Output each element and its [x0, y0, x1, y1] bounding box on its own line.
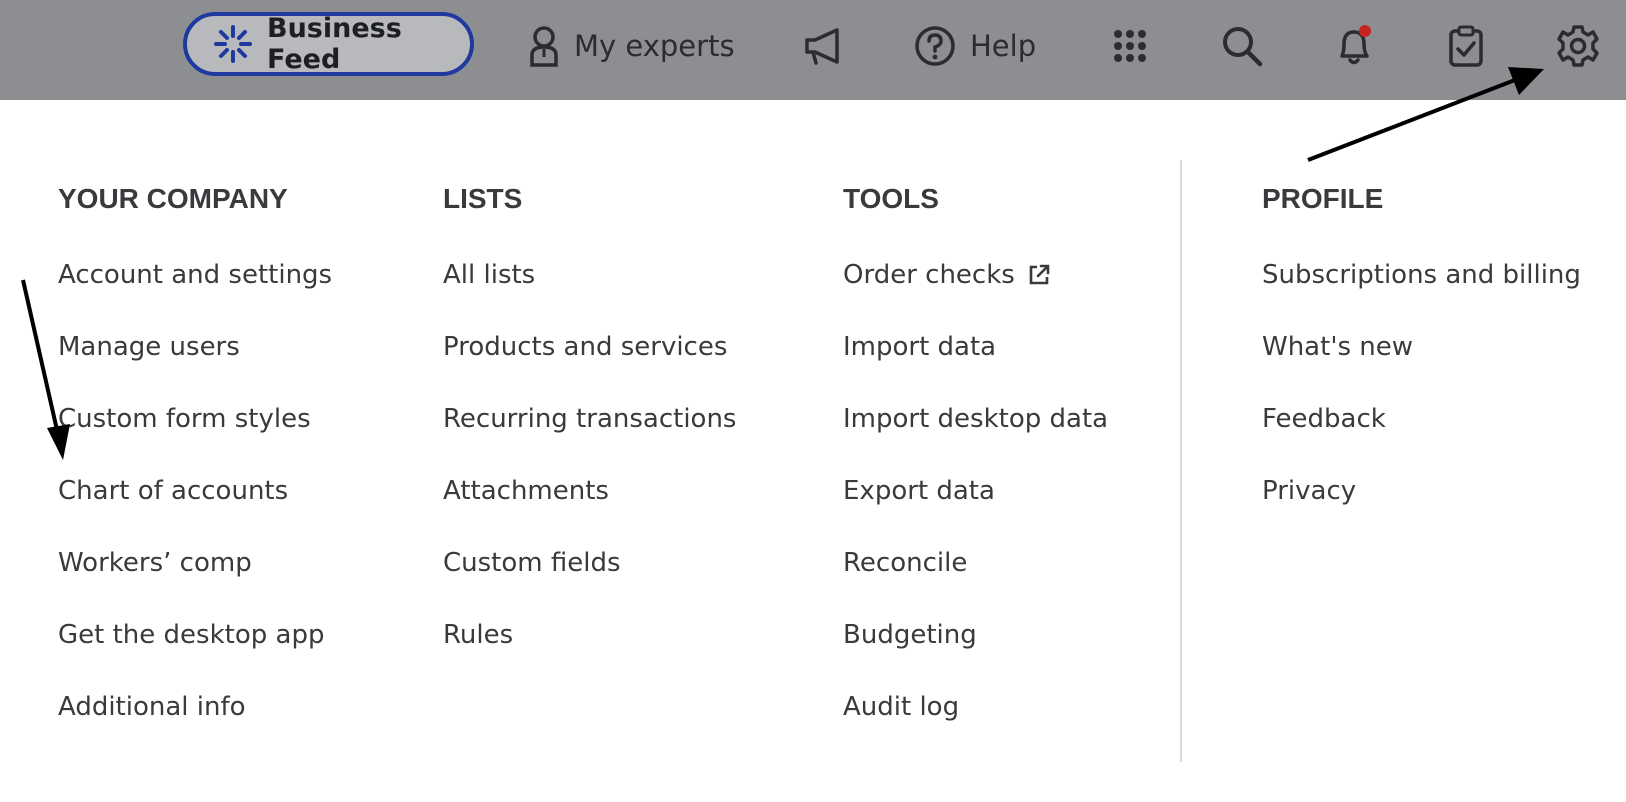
- megaphone-icon: [803, 26, 843, 66]
- top-navigation-bar: Business Feed My experts Help: [0, 0, 1626, 100]
- menu-item-whats-new[interactable]: What's new: [1262, 329, 1413, 365]
- lists-heading: LISTS: [443, 183, 523, 214]
- menu-item-audit-log[interactable]: Audit log: [843, 689, 959, 725]
- help-button[interactable]: Help: [914, 12, 1036, 80]
- menu-item-products-services[interactable]: Products and services: [443, 329, 727, 365]
- menu-item-all-lists[interactable]: All lists: [443, 257, 535, 293]
- search-button[interactable]: [1221, 12, 1263, 80]
- menu-item-privacy[interactable]: Privacy: [1262, 473, 1356, 509]
- menu-item-chart-of-accounts[interactable]: Chart of accounts: [58, 473, 288, 509]
- apps-grid-icon: [1112, 28, 1148, 64]
- business-feed-label: Business Feed: [267, 13, 402, 75]
- expert-icon: [528, 25, 560, 67]
- menu-item-recurring-transactions[interactable]: Recurring transactions: [443, 401, 736, 437]
- menu-item-custom-form-styles[interactable]: Custom form styles: [58, 401, 311, 437]
- sparkle-icon: [213, 24, 253, 64]
- menu-item-export-data[interactable]: Export data: [843, 473, 995, 509]
- menu-item-import-desktop-data[interactable]: Import desktop data: [843, 401, 1108, 437]
- menu-item-import-data[interactable]: Import data: [843, 329, 996, 365]
- menu-item-desktop-app[interactable]: Get the desktop app: [58, 617, 324, 653]
- help-icon: [914, 25, 956, 67]
- bell-icon: [1334, 24, 1376, 68]
- search-icon: [1221, 25, 1263, 67]
- my-experts-button[interactable]: My experts: [528, 12, 735, 80]
- help-label: Help: [970, 29, 1037, 63]
- my-experts-label: My experts: [574, 29, 735, 63]
- menu-item-reconcile[interactable]: Reconcile: [843, 545, 967, 581]
- menu-item-workers-comp[interactable]: Workers’ comp: [58, 545, 252, 581]
- menu-item-budgeting[interactable]: Budgeting: [843, 617, 977, 653]
- menu-item-feedback[interactable]: Feedback: [1262, 401, 1386, 437]
- your-company-heading: YOUR COMPANY: [58, 183, 288, 214]
- order-checks-label: Order checks: [843, 260, 1015, 290]
- column-divider: [1180, 160, 1182, 762]
- external-link-icon: [1027, 263, 1051, 287]
- announcements-button[interactable]: [803, 12, 843, 80]
- menu-item-manage-users[interactable]: Manage users: [58, 329, 240, 365]
- business-feed-button[interactable]: Business Feed: [183, 12, 474, 76]
- notifications-button[interactable]: [1334, 12, 1376, 80]
- profile-heading: PROFILE: [1262, 183, 1384, 214]
- apps-button[interactable]: [1112, 12, 1148, 80]
- menu-item-order-checks[interactable]: Order checks: [843, 257, 1051, 293]
- menu-item-custom-fields[interactable]: Custom fields: [443, 545, 621, 581]
- settings-button[interactable]: [1556, 12, 1600, 80]
- menu-item-additional-info[interactable]: Additional info: [58, 689, 246, 725]
- gear-icon: [1556, 24, 1600, 68]
- menu-item-attachments[interactable]: Attachments: [443, 473, 609, 509]
- menu-item-account-settings[interactable]: Account and settings: [58, 257, 332, 293]
- menu-item-subscriptions-billing[interactable]: Subscriptions and billing: [1262, 257, 1581, 293]
- clipboard-check-icon: [1448, 25, 1484, 67]
- tools-heading: TOOLS: [843, 183, 939, 214]
- tasks-button[interactable]: [1448, 12, 1484, 80]
- menu-item-rules[interactable]: Rules: [443, 617, 513, 653]
